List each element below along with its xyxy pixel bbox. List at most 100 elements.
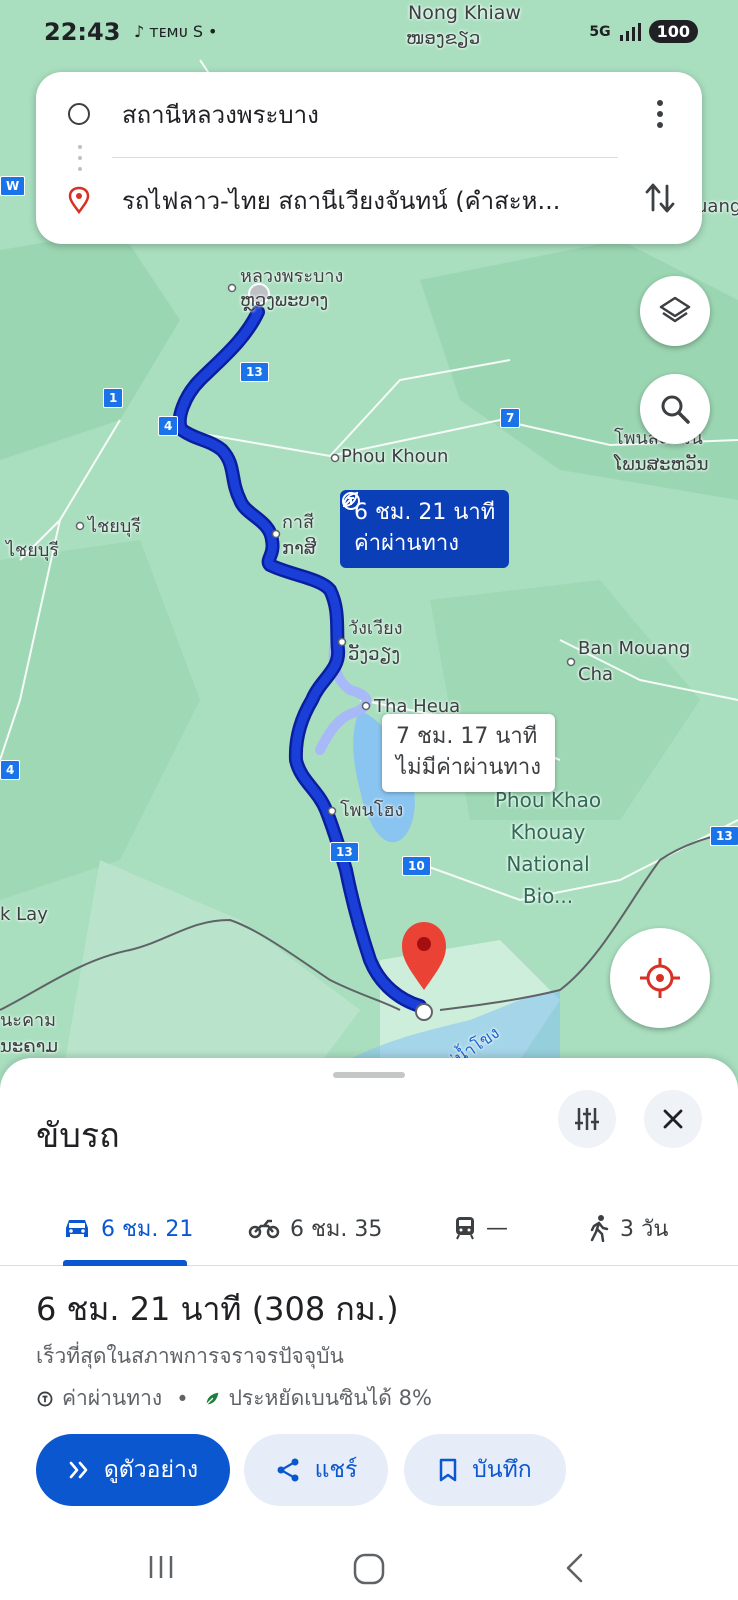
tab-transit-label: — [486, 1215, 508, 1241]
destination-pin-icon [68, 186, 90, 214]
route-shield-w: W [0, 176, 26, 196]
map-label-kasi: กาสี [282, 512, 314, 533]
route-shield-13b: 13 [330, 842, 359, 862]
my-location-button[interactable] [610, 928, 710, 1028]
divider [112, 157, 618, 158]
map-label-nakham-lao: ນະຄາມ [0, 1036, 58, 1057]
route-shield-7: 7 [500, 408, 521, 428]
close-button[interactable] [644, 1090, 702, 1148]
swap-button[interactable] [640, 178, 680, 218]
travel-mode-tabs: 6 ชม. 21 6 ชม. 35 — 3 วัน [0, 1190, 738, 1266]
map-label-mouang: uang [696, 196, 738, 217]
notification-icons: ♪ ᴛᴇᴍᴜ S • [134, 22, 218, 41]
route-shield-4b: 4 [0, 760, 21, 780]
location-target-icon [640, 958, 680, 998]
route-dots-icon [78, 145, 82, 171]
toll-icon [342, 492, 360, 510]
bookmark-icon [440, 1458, 457, 1482]
alt-route-callout[interactable]: 7 ชม. 17 นาที ไม่มีค่าผ่านทาง [382, 714, 556, 792]
network-indicator: 5G [589, 23, 611, 40]
map-label-phonsavan-lao: ໂພນສະຫວັນ [614, 454, 709, 475]
map-label-vang-vieng-lao: ວັງວຽງ [348, 644, 401, 665]
fuel-savings-text: ประหยัดเบนซินได้ 8% [228, 1386, 432, 1410]
car-icon [66, 1220, 88, 1237]
map-label-ban-mouang: Ban Mouang [578, 638, 691, 659]
map-label-luang-prabang-lao: ຫຼວງພະບາງ [240, 290, 329, 311]
signal-icon [619, 22, 641, 41]
primary-route-time: 6 ชม. 21 นาที [354, 500, 496, 525]
share-button[interactable]: แชร์ [244, 1434, 388, 1506]
walk-icon [590, 1215, 609, 1242]
status-time: 22:43 [44, 18, 121, 46]
drag-handle[interactable] [333, 1072, 405, 1078]
separator-dot: • [176, 1386, 189, 1411]
directions-search-card: สถานีหลวงพระบาง รถไฟลาว-ไทย สถานีเวียงจั… [36, 72, 702, 244]
more-options-button[interactable] [640, 94, 680, 134]
destination-field[interactable]: รถไฟลาว-ไทย สถานีเวียงจันทน์ (คำสะห... [122, 181, 560, 220]
map-label-khouay: Khouay [510, 820, 586, 844]
primary-route-callout[interactable]: 6 ชม. 21 นาที ค่าผ่านทาง [340, 490, 510, 568]
preview-button-label: ดูตัวอย่าง [103, 1457, 199, 1483]
battery-indicator: 100 [648, 20, 698, 43]
save-button[interactable]: บันทึก [404, 1434, 566, 1506]
map-label-national: National [506, 852, 590, 876]
map-label-phou-khao: Phou Khao [494, 788, 602, 812]
map-label-phonhong: โพนโฮง [340, 800, 404, 821]
alt-route-toll: ไม่มีค่าผ่านทาง [396, 754, 542, 780]
layers-icon [659, 296, 691, 323]
toll-text: ค่าผ่านทาง [62, 1386, 163, 1410]
origin-circle-icon [68, 103, 90, 125]
share-icon [277, 1458, 299, 1482]
more-vert-icon [657, 100, 663, 128]
map-label-k-lay: k Lay [0, 904, 48, 925]
map-label-vang-vieng: วังเวียง [348, 618, 403, 639]
share-button-label: แชร์ [314, 1457, 358, 1483]
map-label-bio: Bio... [522, 884, 574, 908]
transit-icon [456, 1217, 474, 1240]
destination-row[interactable]: รถไฟลาว-ไทย สถานีเวียงจันทน์ (คำสะห... [36, 172, 702, 228]
recent-apps-icon[interactable] [146, 1552, 176, 1582]
search-along-route-button[interactable] [640, 374, 710, 444]
eco-leaf-icon [205, 1392, 218, 1405]
tune-icon [575, 1108, 599, 1130]
route-shield-13c: 13 [710, 826, 738, 846]
layers-button[interactable] [640, 276, 710, 346]
primary-route-toll: ค่าผ่านทาง [354, 530, 459, 556]
origin-row[interactable]: สถานีหลวงพระบาง [36, 86, 702, 142]
tab-drive[interactable]: 6 ชม. 21 [63, 1190, 193, 1266]
status-bar: 22:43 ♪ ᴛᴇᴍᴜ S • 5G 100 [0, 0, 738, 70]
swap-icon [645, 183, 675, 213]
alt-route-time: 7 ชม. 17 นาที [396, 724, 538, 749]
map-label-cha: Cha [578, 664, 614, 685]
origin-field[interactable]: สถานีหลวงพระบาง [122, 95, 319, 134]
active-tab-indicator [63, 1260, 187, 1266]
toll-icon [37, 1391, 53, 1406]
map-label-kasi-lao: ກາສີ [282, 538, 317, 559]
tab-motorcycle[interactable]: 6 ชม. 35 [248, 1190, 382, 1266]
close-icon [663, 1109, 683, 1129]
home-icon[interactable] [352, 1552, 386, 1586]
motorcycle-icon [248, 1219, 280, 1239]
route-shield-10: 10 [402, 856, 431, 876]
route-shield-1: 1 [103, 388, 124, 408]
sheet-title: ขับรถ [36, 1116, 120, 1156]
map-label-nakham: นะคาม [0, 1010, 56, 1031]
route-summary: 6 ชม. 21 นาที (308 กม.) [36, 1290, 399, 1328]
map-label-luang-prabang: หลวงพระบาง [240, 266, 344, 287]
preview-button[interactable]: ดูตัวอย่าง [36, 1434, 230, 1506]
tab-transit[interactable]: — [454, 1190, 508, 1266]
route-options-button[interactable] [558, 1090, 616, 1148]
double-chevron-icon [69, 1461, 88, 1479]
back-icon[interactable] [562, 1552, 588, 1584]
route-subtitle: เร็วที่สุดในสภาพการจราจรปัจจุบัน [36, 1344, 344, 1368]
map-label-phou-khoun: Phou Khoun [341, 446, 449, 467]
route-shield-13: 13 [240, 362, 269, 382]
tab-drive-label: 6 ชม. 21 [101, 1216, 194, 1242]
directions-bottom-sheet: ขับรถ 6 ชม. 21 6 ชม. 35 — 3 วัน 6 ชม. 21… [0, 1058, 738, 1600]
route-meta: ค่าผ่านทาง • ประหยัดเบนซินได้ 8% [36, 1382, 432, 1415]
save-button-label: บันทึก [472, 1457, 532, 1483]
map-label-xayaburi-2: ไชยบุรี [6, 540, 59, 561]
search-icon [661, 395, 690, 424]
tab-walk[interactable]: 3 วัน [588, 1190, 668, 1266]
tab-walk-label: 3 วัน [620, 1216, 669, 1242]
